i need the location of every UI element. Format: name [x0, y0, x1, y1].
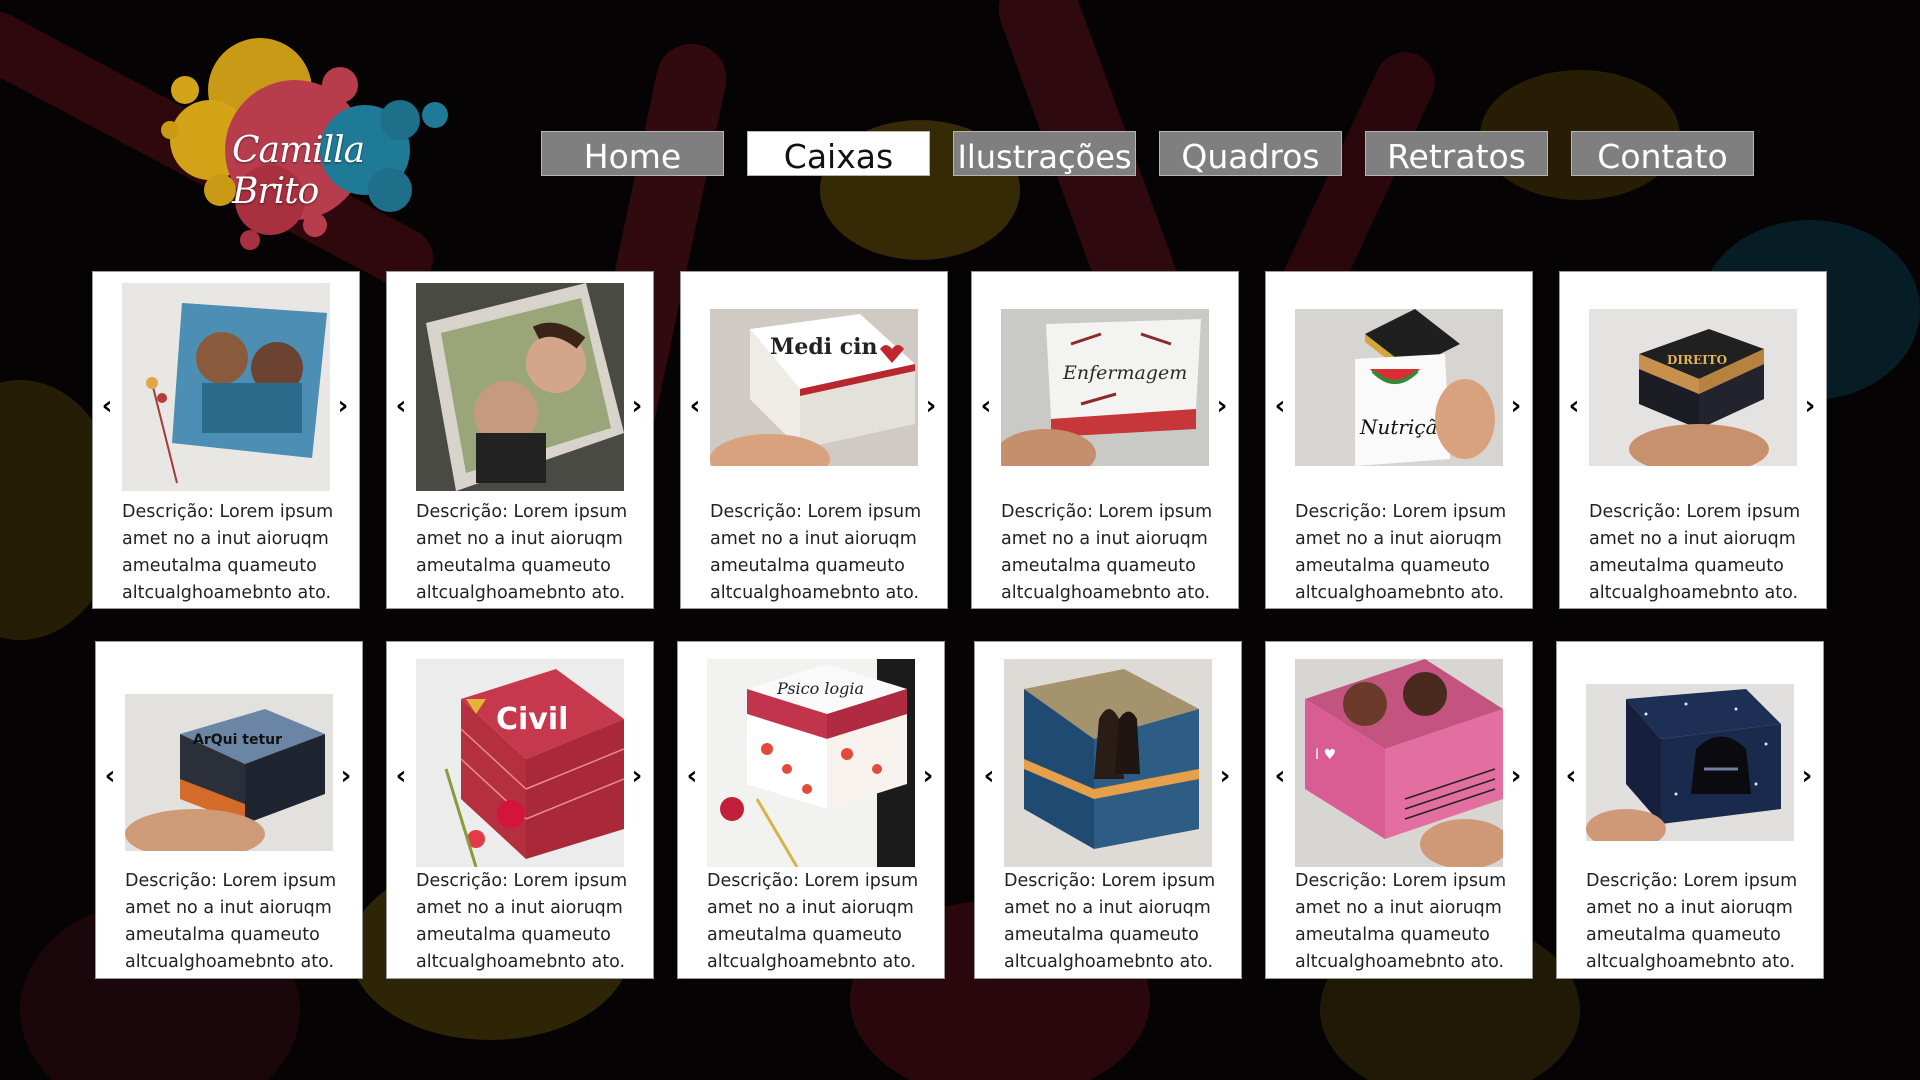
product-card: Enfermagem ‹ › Descrição: Lorem ipsum am… — [971, 271, 1239, 609]
product-photo[interactable]: DIREITO — [1589, 309, 1797, 466]
product-description: Descrição: Lorem ipsum amet no a inut ai… — [707, 871, 919, 972]
product-card: Civil ‹ › Descrição: Lorem ipsum amet no… — [386, 641, 654, 979]
product-description: Descrição: Lorem ipsum amet no a inut ai… — [122, 502, 334, 603]
svg-text:Medi cin: Medi cin — [770, 334, 878, 360]
prev-arrow-icon[interactable]: ‹ — [392, 763, 410, 789]
next-arrow-icon[interactable]: › — [1213, 393, 1231, 419]
product-card: DIREITO ‹ › Descrição: Lorem ipsum amet … — [1559, 271, 1827, 609]
product-photo[interactable] — [122, 283, 330, 491]
product-description: Descrição: Lorem ipsum amet no a inut ai… — [1295, 502, 1507, 603]
next-arrow-icon[interactable]: › — [1507, 393, 1525, 419]
brand-logo[interactable]: Camilla Brito — [150, 30, 480, 270]
nav-retratos[interactable]: Retratos — [1365, 131, 1548, 176]
prev-arrow-icon[interactable]: ‹ — [1271, 393, 1289, 419]
svg-text:Psico logia: Psico logia — [776, 679, 864, 698]
product-description: Descrição: Lorem ipsum amet no a inut ai… — [416, 502, 628, 603]
prev-arrow-icon[interactable]: ‹ — [980, 763, 998, 789]
product-photo[interactable]: Nutrição — [1295, 309, 1503, 466]
product-description: Descrição: Lorem ipsum amet no a inut ai… — [710, 502, 922, 603]
product-photo[interactable] — [1004, 659, 1212, 867]
next-arrow-icon[interactable]: › — [1507, 763, 1525, 789]
next-arrow-icon[interactable]: › — [1216, 763, 1234, 789]
svg-text:I ♥: I ♥ — [1315, 747, 1336, 763]
product-description: Descrição: Lorem ipsum amet no a inut ai… — [125, 871, 337, 972]
nav-home[interactable]: Home — [541, 131, 724, 176]
product-card: ‹ › Descrição: Lorem ipsum amet no a inu… — [92, 271, 360, 609]
product-description: Descrição: Lorem ipsum amet no a inut ai… — [1004, 871, 1216, 972]
next-arrow-icon[interactable]: › — [628, 763, 646, 789]
svg-text:ArQui tetur: ArQui tetur — [193, 732, 282, 748]
next-arrow-icon[interactable]: › — [1798, 763, 1816, 789]
next-arrow-icon[interactable]: › — [334, 393, 352, 419]
next-arrow-icon[interactable]: › — [919, 763, 937, 789]
next-arrow-icon[interactable]: › — [922, 393, 940, 419]
prev-arrow-icon[interactable]: ‹ — [98, 393, 116, 419]
prev-arrow-icon[interactable]: ‹ — [977, 393, 995, 419]
product-card: ‹ › Descrição: Lorem ipsum amet no a inu… — [1556, 641, 1824, 979]
next-arrow-icon[interactable]: › — [1801, 393, 1819, 419]
prev-arrow-icon[interactable]: ‹ — [686, 393, 704, 419]
prev-arrow-icon[interactable]: ‹ — [392, 393, 410, 419]
logo-signature: Camilla Brito — [232, 130, 365, 212]
product-card: ‹ › Descrição: Lorem ipsum amet no a inu… — [974, 641, 1242, 979]
product-card: ArQui tetur ‹ › Descrição: Lorem ipsum a… — [95, 641, 363, 979]
product-description: Descrição: Lorem ipsum amet no a inut ai… — [1001, 502, 1213, 603]
prev-arrow-icon[interactable]: ‹ — [1271, 763, 1289, 789]
nav-contato[interactable]: Contato — [1571, 131, 1754, 176]
nav-quadros[interactable]: Quadros — [1159, 131, 1342, 176]
product-card: ‹ › Descrição: Lorem ipsum amet no a inu… — [386, 271, 654, 609]
product-photo[interactable]: I ♥ — [1295, 659, 1503, 867]
product-description: Descrição: Lorem ipsum amet no a inut ai… — [1586, 871, 1798, 972]
product-photo[interactable]: Civil — [416, 659, 624, 867]
product-photo[interactable] — [416, 283, 624, 491]
product-photo[interactable]: Enfermagem — [1001, 309, 1209, 466]
product-card: Medi cin ‹ › Descrição: Lorem ipsum amet… — [680, 271, 948, 609]
product-description: Descrição: Lorem ipsum amet no a inut ai… — [416, 871, 628, 972]
prev-arrow-icon[interactable]: ‹ — [683, 763, 701, 789]
svg-text:Civil: Civil — [496, 702, 568, 737]
product-card: Nutrição ‹ › Descrição: Lorem ipsum amet… — [1265, 271, 1533, 609]
prev-arrow-icon[interactable]: ‹ — [101, 763, 119, 789]
product-photo[interactable]: ArQui tetur — [125, 694, 333, 851]
svg-text:DIREITO: DIREITO — [1667, 353, 1727, 367]
product-description: Descrição: Lorem ipsum amet no a inut ai… — [1295, 871, 1507, 972]
product-card: Psico logia ‹ › Descrição: Lorem ipsum a… — [677, 641, 945, 979]
nav-ilustracoes[interactable]: Ilustrações — [953, 131, 1136, 176]
next-arrow-icon[interactable]: › — [628, 393, 646, 419]
product-description: Descrição: Lorem ipsum amet no a inut ai… — [1589, 502, 1801, 603]
nav-caixas[interactable]: Caixas — [747, 131, 930, 176]
product-card: I ♥ ‹ › Descrição: Lorem ipsum amet no a… — [1265, 641, 1533, 979]
prev-arrow-icon[interactable]: ‹ — [1562, 763, 1580, 789]
product-photo[interactable]: Medi cin — [710, 309, 918, 466]
prev-arrow-icon[interactable]: ‹ — [1565, 393, 1583, 419]
svg-text:Enfermagem: Enfermagem — [1062, 362, 1187, 384]
next-arrow-icon[interactable]: › — [337, 763, 355, 789]
product-photo[interactable]: Psico logia — [707, 659, 915, 867]
product-photo[interactable] — [1586, 684, 1794, 841]
